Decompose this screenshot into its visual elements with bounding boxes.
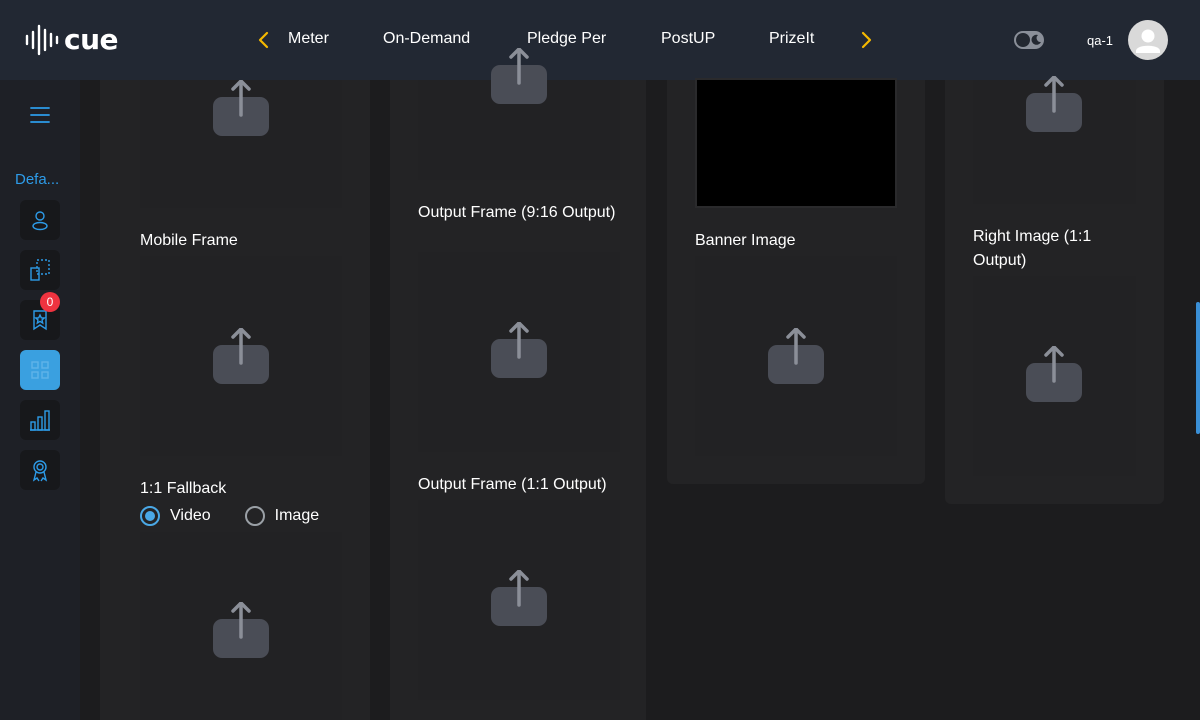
- upload-icon: [1026, 76, 1082, 132]
- upload-dropzone-top-2[interactable]: [418, 48, 620, 180]
- output-frame-916-dropzone[interactable]: [418, 252, 620, 452]
- nav-item-on-demand[interactable]: On-Demand: [383, 30, 470, 48]
- nav-item-postup[interactable]: PostUP: [661, 30, 715, 48]
- radio-video-label[interactable]: Video: [170, 507, 211, 525]
- sidebar: Defa... 0: [0, 80, 80, 720]
- sidebar-item-grid[interactable]: [20, 350, 60, 390]
- fallback-dropzone[interactable]: [140, 532, 342, 720]
- upload-icon: [213, 80, 269, 136]
- layout-icon: [30, 259, 50, 281]
- nav-item-prizeit[interactable]: PrizeIt: [769, 30, 814, 48]
- medal-icon: [32, 460, 48, 482]
- fallback-type-radio-group: Video Image: [140, 505, 353, 527]
- nav-item-meter[interactable]: Meter: [288, 30, 329, 48]
- nav-item-pledge-per[interactable]: Pledge Per: [527, 30, 606, 48]
- top-bar: cue Meter On-Demand Pledge Per PostUP Pr…: [0, 0, 1200, 80]
- uploaded-image-preview[interactable]: [695, 78, 897, 208]
- grid-icon: [31, 361, 49, 379]
- cue-logo[interactable]: cue: [24, 22, 119, 58]
- sidebar-item-achievements[interactable]: [20, 450, 60, 490]
- logo-text: cue: [64, 23, 119, 56]
- radio-image-label[interactable]: Image: [275, 507, 319, 525]
- right-image-dropzone[interactable]: [973, 276, 1136, 476]
- sidebar-item-layout[interactable]: [20, 250, 60, 290]
- user-avatar-icon[interactable]: [1128, 20, 1168, 60]
- output-frame-11-label: Output Frame (1:1 Output): [418, 476, 607, 493]
- upload-dropzone-top[interactable]: [140, 80, 342, 208]
- toggle-knob: [1016, 33, 1030, 47]
- radio-image[interactable]: Image: [244, 506, 319, 526]
- upload-icon: [213, 328, 269, 384]
- output-frame-916-label: Output Frame (9:16 Output): [418, 204, 616, 221]
- mobile-frame-dropzone[interactable]: [140, 256, 342, 456]
- upload-icon: [491, 322, 547, 378]
- upload-icon: [491, 48, 547, 104]
- sidebar-item-rewards[interactable]: 0: [20, 292, 60, 340]
- nav-prev-chevron-icon[interactable]: [252, 28, 276, 52]
- output-frame-11-dropzone[interactable]: [418, 500, 620, 700]
- user-icon: [32, 211, 48, 231]
- right-image-label: Right Image (1:1 Output): [973, 228, 1092, 269]
- banner-image-label: Banner Image: [695, 232, 796, 249]
- nav-next-chevron-icon[interactable]: [854, 28, 878, 52]
- username: qa-1: [1087, 33, 1114, 48]
- radio-video[interactable]: Video: [140, 506, 211, 526]
- sidebar-item-user[interactable]: [20, 200, 60, 240]
- bar-chart-icon: [30, 410, 50, 431]
- moon-icon: [1031, 34, 1041, 45]
- upload-icon: [491, 570, 547, 626]
- mobile-frame-label: Mobile Frame: [140, 232, 238, 249]
- theme-toggle[interactable]: [1014, 31, 1044, 49]
- sidebar-section-label: Defa...: [15, 171, 60, 188]
- upload-icon: [213, 602, 269, 658]
- vertical-scrollbar[interactable]: [1196, 302, 1200, 434]
- banner-image-dropzone[interactable]: [695, 256, 897, 456]
- upload-icon: [768, 328, 824, 384]
- fallback-label: 1:1 Fallback: [140, 480, 227, 497]
- upload-dropzone-top-4[interactable]: [973, 76, 1136, 204]
- upload-icon: [1026, 346, 1082, 402]
- notification-badge: 0: [40, 292, 60, 312]
- hamburger-menu-icon[interactable]: [30, 105, 50, 125]
- radio-video-circle[interactable]: [140, 506, 160, 526]
- radio-image-circle[interactable]: [244, 506, 265, 526]
- sidebar-item-analytics[interactable]: [20, 400, 60, 440]
- soundwave-logo-icon: [25, 24, 59, 56]
